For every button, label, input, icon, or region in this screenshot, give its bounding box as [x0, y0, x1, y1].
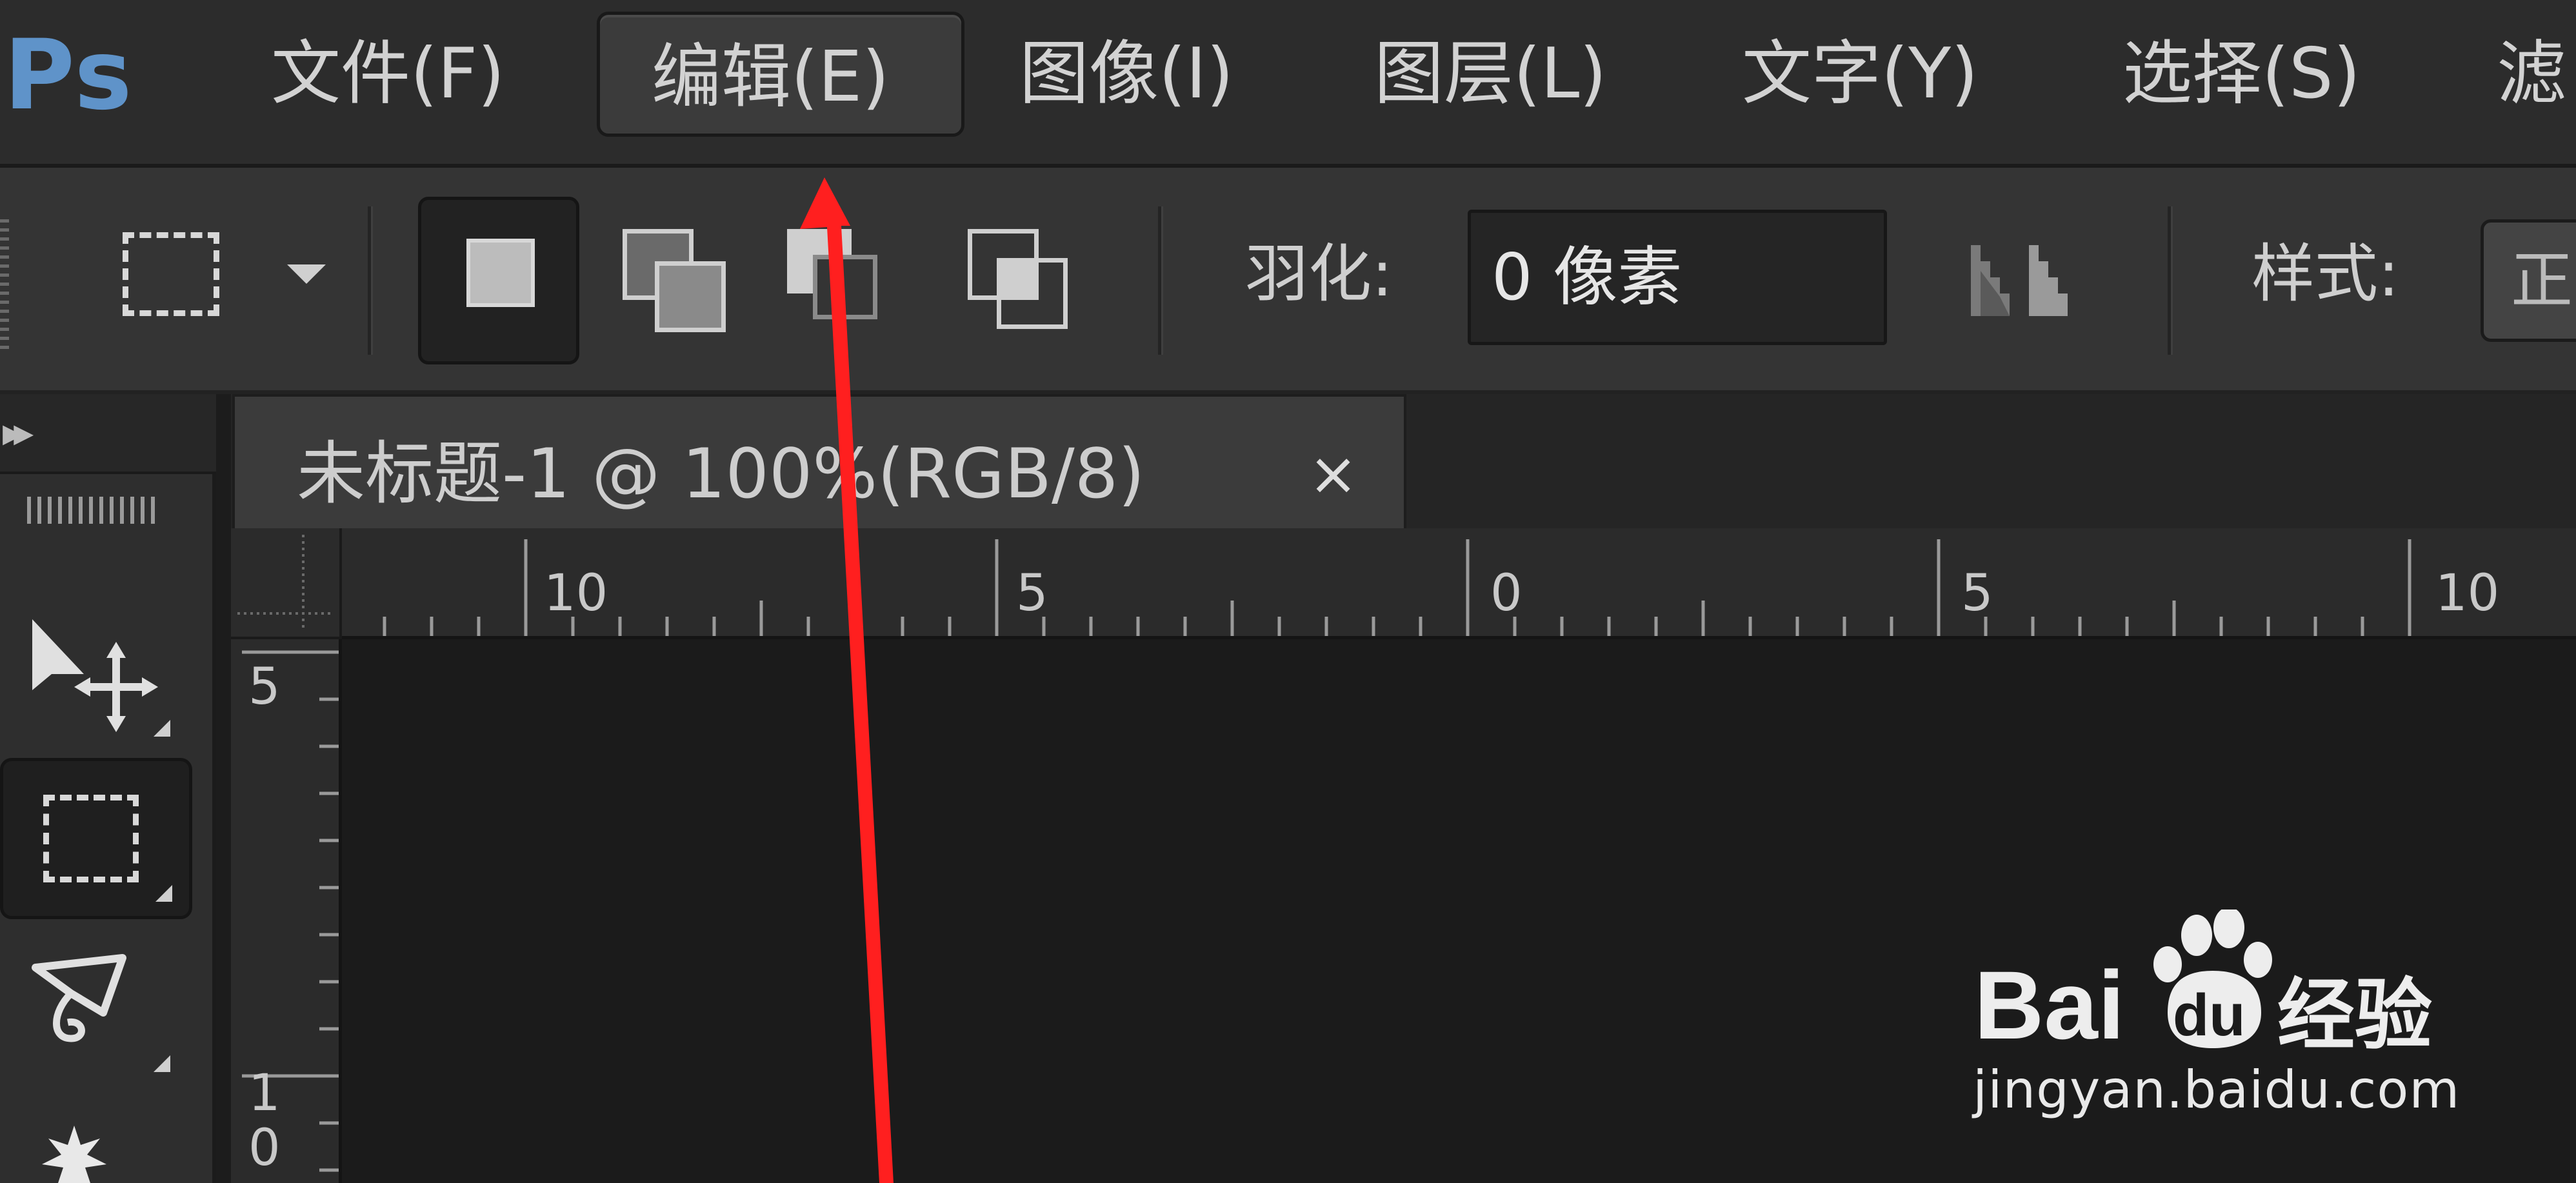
red-annotation-arrow	[800, 177, 894, 1183]
